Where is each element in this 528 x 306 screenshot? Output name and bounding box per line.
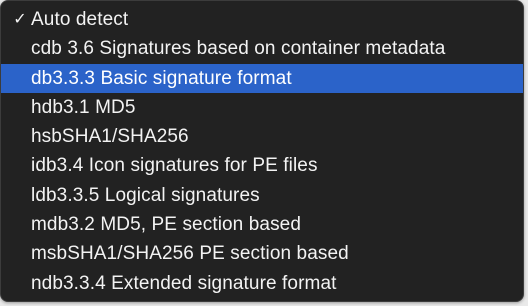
- menu-item-mdb[interactable]: mdb3.2 MD5, PE section based: [1, 210, 523, 239]
- checkmark-icon: ✓: [13, 11, 27, 28]
- menu-item-msb[interactable]: msbSHA1/SHA256 PE section based: [1, 239, 523, 268]
- menu-item-label: cdb 3.6 Signatures based on container me…: [31, 38, 446, 60]
- menu-item-label: msbSHA1/SHA256 PE section based: [31, 243, 349, 265]
- menu-item-db-highlighted[interactable]: db3.3.3 Basic signature format: [1, 63, 523, 93]
- menu-item-ldb[interactable]: ldb3.3.5 Logical signatures: [1, 181, 523, 210]
- menu-item-label: ldb3.3.5 Logical signatures: [31, 184, 260, 206]
- signature-format-dropdown-menu: ✓ Auto detect cdb 3.6 Signatures based o…: [0, 0, 524, 302]
- menu-item-label: hsbSHA1/SHA256: [31, 126, 189, 148]
- menu-item-cdb[interactable]: cdb 3.6 Signatures based on container me…: [1, 34, 523, 63]
- menu-item-ndb[interactable]: ndb3.3.4 Extended signature format: [1, 269, 523, 298]
- menu-item-label: idb3.4 Icon signatures for PE files: [31, 155, 318, 177]
- menu-item-hsb[interactable]: hsbSHA1/SHA256: [1, 122, 523, 151]
- menu-item-label: hdb3.1 MD5: [31, 96, 136, 118]
- menu-item-label: db3.3.3 Basic signature format: [31, 67, 292, 89]
- menu-item-hdb[interactable]: hdb3.1 MD5: [1, 93, 523, 122]
- menu-item-idb[interactable]: idb3.4 Icon signatures for PE files: [1, 151, 523, 180]
- menu-item-label: ndb3.3.4 Extended signature format: [31, 272, 337, 294]
- menu-item-auto-detect[interactable]: ✓ Auto detect: [1, 5, 523, 34]
- menu-item-label: mdb3.2 MD5, PE section based: [31, 214, 301, 236]
- menu-item-label: Auto detect: [31, 9, 129, 30]
